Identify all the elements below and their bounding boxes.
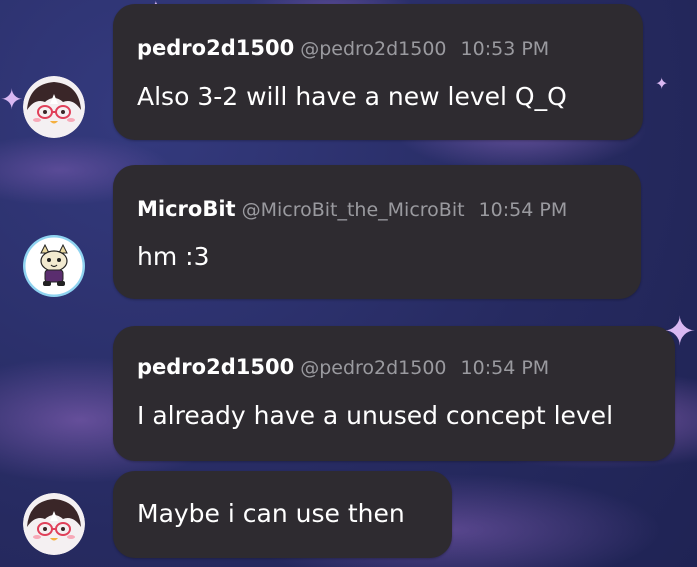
message-text: Maybe i can use then xyxy=(137,499,405,528)
penguin-avatar-icon[interactable] xyxy=(23,76,85,138)
sparkle-icon: ✦ xyxy=(0,83,24,116)
message-bubble[interactable]: Maybe i can use then xyxy=(113,471,452,558)
author-handle[interactable]: @pedro2d1500 xyxy=(300,357,446,379)
timestamp: 10:54 PM xyxy=(478,199,568,221)
message-bubble[interactable]: pedro2d1500 @pedro2d1500 10:54 PM I alread… xyxy=(113,326,675,461)
author-name[interactable]: pedro2d1500 xyxy=(137,355,294,379)
message-text: I already have a unused concept level xyxy=(137,401,614,430)
author-name[interactable]: MicroBit xyxy=(137,197,236,221)
cat-character-avatar-icon[interactable] xyxy=(23,235,85,297)
timestamp: 10:54 PM xyxy=(460,357,550,379)
message-header: pedro2d1500 @pedro2d1500 10:54 PM xyxy=(137,355,549,379)
timestamp: 10:53 PM xyxy=(460,38,550,60)
sparkle-icon: ✦ xyxy=(655,74,669,93)
author-handle[interactable]: @pedro2d1500 xyxy=(300,38,446,60)
message-text: hm :3 xyxy=(137,242,210,271)
message-header: pedro2d1500 @pedro2d1500 10:53 PM xyxy=(137,36,549,60)
message-text: Also 3-2 will have a new level Q_Q xyxy=(137,82,567,111)
message-header: MicroBit @MicroBit_the_MicroBit 10:54 PM xyxy=(137,197,567,221)
message-bubble[interactable]: MicroBit @MicroBit_the_MicroBit 10:54 PM h… xyxy=(113,165,641,299)
penguin-avatar-icon[interactable] xyxy=(23,493,85,555)
author-handle[interactable]: @MicroBit_the_MicroBit xyxy=(242,199,465,221)
author-name[interactable]: pedro2d1500 xyxy=(137,36,294,60)
message-bubble[interactable]: pedro2d1500 @pedro2d1500 10:53 PM Also 3-2… xyxy=(113,4,643,140)
